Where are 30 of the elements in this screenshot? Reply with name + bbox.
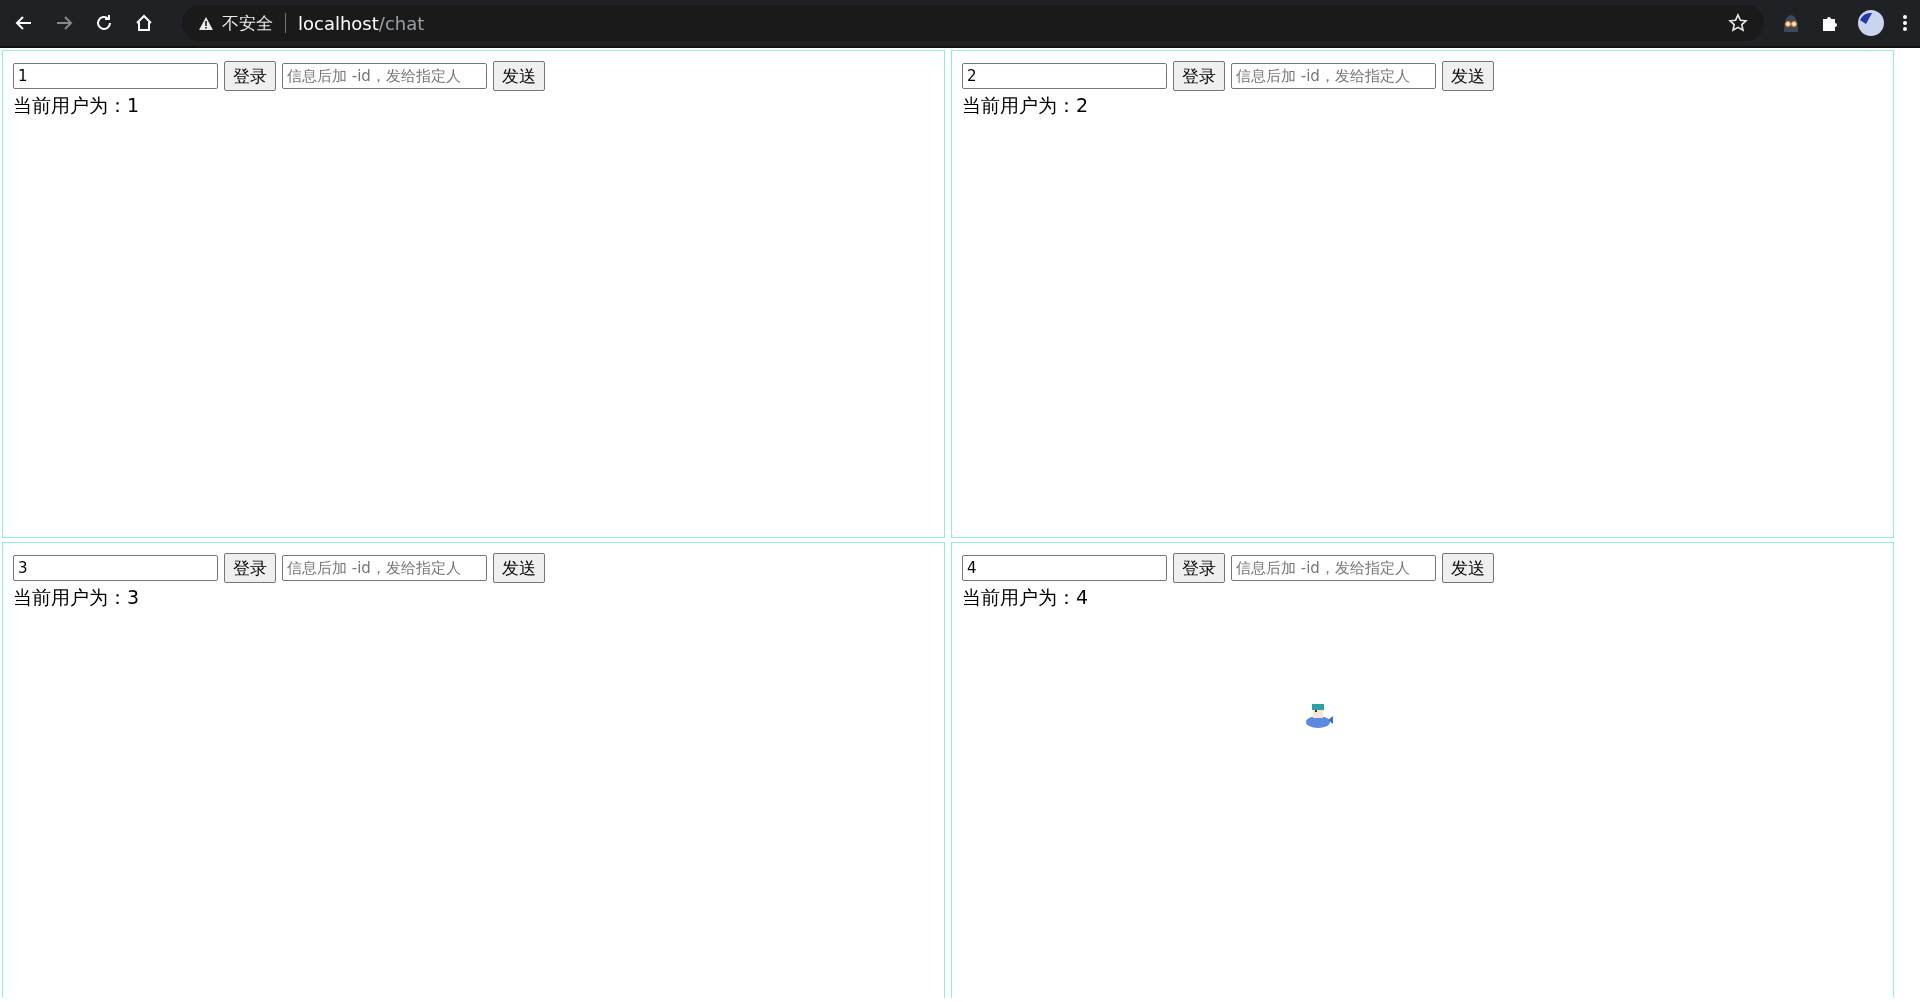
current-user-label: 当前用户为：3 — [13, 585, 141, 610]
message-field[interactable]: 信息后加 -id，发给指定人 — [282, 63, 487, 89]
message-field[interactable]: 信息后加 -id，发给指定人 — [282, 555, 487, 581]
user-id-field[interactable]: 4 — [962, 555, 1167, 581]
url-path: /chat — [378, 12, 425, 34]
warning-icon — [198, 15, 214, 31]
home-icon[interactable] — [134, 13, 154, 33]
user-id-field[interactable]: 2 — [962, 63, 1167, 89]
security-label: 不安全 — [222, 11, 273, 35]
message-field[interactable]: 信息后加 -id，发给指定人 — [1231, 555, 1436, 581]
user-id-field[interactable]: 3 — [13, 555, 218, 581]
url-host: localhost — [298, 12, 379, 34]
send-button[interactable]: 发送 — [493, 61, 545, 91]
star-icon[interactable] — [1728, 13, 1748, 33]
menu-icon[interactable] — [1902, 14, 1908, 32]
login-button[interactable]: 登录 — [224, 61, 276, 91]
current-user-label: 当前用户为：2 — [962, 93, 1090, 118]
current-user-label: 当前用户为：4 — [962, 585, 1090, 610]
user-id-field[interactable]: 1 — [13, 63, 218, 89]
login-button[interactable]: 登录 — [224, 553, 276, 583]
send-button[interactable]: 发送 — [493, 553, 545, 583]
login-button[interactable]: 登录 — [1173, 61, 1225, 91]
current-user-label: 当前用户为：1 — [13, 93, 141, 118]
send-button[interactable]: 发送 — [1442, 61, 1494, 91]
avatar-icon[interactable] — [1858, 10, 1884, 36]
reload-icon[interactable] — [94, 13, 114, 33]
address-bar[interactable]: 不安全 localhost/chat — [182, 5, 1764, 41]
login-button[interactable]: 登录 — [1173, 553, 1225, 583]
send-button[interactable]: 发送 — [1442, 553, 1494, 583]
message-field[interactable]: 信息后加 -id，发给指定人 — [1231, 63, 1436, 89]
